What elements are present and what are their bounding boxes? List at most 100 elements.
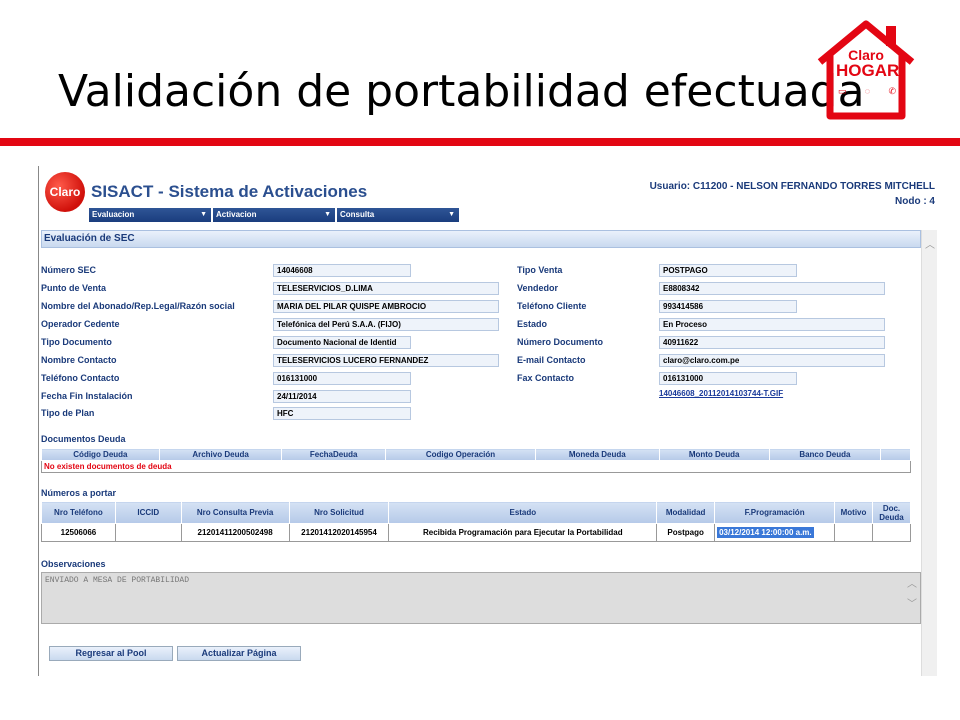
menu-activacion[interactable]: Activacion ▼	[213, 208, 335, 222]
claro-hogar-logo: Claro HOGAR ▭ ◌ ✆	[812, 18, 920, 122]
chevron-down-icon: ▼	[324, 211, 331, 218]
deuda-title: Documentos Deuda	[41, 434, 126, 444]
chevron-down-icon: ▼	[448, 211, 455, 218]
cell-f-programacion[interactable]: 03/12/2014 12:00:00 a.m.	[714, 523, 836, 542]
col-consulta-previa[interactable]: Nro Consulta Previa	[180, 501, 290, 524]
col-fecha-deuda[interactable]: FechaDeuda	[281, 448, 386, 461]
observaciones-textarea[interactable]: ENVIADO A MESA DE PORTABILIDAD ︿ ﹀	[41, 572, 921, 624]
field-estado[interactable]: En Proceso	[659, 318, 885, 331]
label-fax-contacto: Fax Contacto	[517, 373, 575, 383]
section-title: Evaluación de SEC	[41, 230, 921, 248]
col-iccid[interactable]: ICCID	[114, 501, 182, 524]
regresar-pool-button[interactable]: Regresar al Pool	[49, 646, 173, 661]
field-numero-sec[interactable]: 14046608	[273, 264, 411, 277]
label-operador-cedente: Operador Cedente	[41, 319, 120, 329]
field-vendedor[interactable]: E8808342	[659, 282, 885, 295]
tv-icon: ▭	[838, 86, 847, 96]
label-email-contacto: E-mail Contacto	[517, 355, 586, 365]
brand-line2: HOGAR	[836, 61, 900, 80]
label-numero-documento: Número Documento	[517, 337, 604, 347]
selected-date[interactable]: 03/12/2014 12:00:00 a.m.	[717, 527, 814, 538]
divider-line	[0, 138, 960, 146]
col-banco-deuda[interactable]: Banco Deuda	[768, 448, 882, 461]
cell-estado: Recibida Programación para Ejecutar la P…	[388, 523, 658, 542]
col-codigo-operacion[interactable]: Codigo Operación	[384, 448, 537, 461]
cell-doc-deuda	[871, 523, 912, 542]
menu-consulta[interactable]: Consulta ▼	[337, 208, 459, 222]
label-estado: Estado	[517, 319, 548, 329]
col-modalidad[interactable]: Modalidad	[656, 501, 716, 524]
field-tipo-venta[interactable]: POSTPAGO	[659, 264, 797, 277]
app-title: SISACT - Sistema de Activaciones	[91, 182, 368, 201]
cell-modalidad: Postpago	[656, 523, 716, 542]
col-moneda-deuda[interactable]: Moneda Deuda	[535, 448, 660, 461]
internet-icon: ◌	[864, 86, 871, 96]
user-info: Usuario: C11200 - NELSON FERNANDO TORRES…	[650, 179, 935, 209]
service-icons: ▭ ◌ ✆	[838, 86, 896, 108]
label-nombre-abonado: Nombre del Abonado/Rep.Legal/Razón socia…	[41, 301, 235, 311]
field-telefono-cliente[interactable]: 993414586	[659, 300, 797, 313]
field-telefono-contacto[interactable]: 016131000	[273, 372, 411, 385]
attachment-link[interactable]: 14046608_20112014103744-T.GIF	[659, 389, 783, 398]
label-telefono-contacto: Teléfono Contacto	[41, 373, 120, 383]
menu-bar: Evaluacion ▼ Activacion ▼ Consulta ▼	[89, 208, 459, 222]
menu-evaluacion[interactable]: Evaluacion ▼	[89, 208, 211, 222]
label-tipo-venta: Tipo Venta	[517, 265, 563, 275]
cell-nro-solicitud: 21201412020145954	[288, 523, 390, 542]
deuda-table: Código Deuda Archivo Deuda FechaDeuda Co…	[41, 448, 911, 473]
col-estado[interactable]: Estado	[388, 501, 658, 524]
cell-iccid	[114, 523, 182, 542]
field-email-contacto[interactable]: claro@claro.com.pe	[659, 354, 885, 367]
col-monto-deuda[interactable]: Monto Deuda	[658, 448, 770, 461]
label-telefono-cliente: Teléfono Cliente	[517, 301, 587, 311]
node-line: Nodo : 4	[895, 196, 935, 207]
observaciones-text: ENVIADO A MESA DE PORTABILIDAD	[45, 576, 190, 585]
table-row[interactable]: 12506066 21201411200502498 2120141202014…	[41, 523, 912, 542]
label-fecha-fin: Fecha Fin Instalación	[41, 391, 133, 401]
app-screenshot: Claro SISACT - Sistema de Activaciones U…	[38, 166, 938, 676]
cell-motivo	[834, 523, 873, 542]
phone-icon: ✆	[888, 86, 896, 96]
label-tipo-plan: Tipo de Plan	[41, 408, 95, 418]
chevron-down-icon: ▼	[200, 211, 207, 218]
label-tipo-documento: Tipo Documento	[41, 337, 112, 347]
field-numero-documento[interactable]: 40911622	[659, 336, 885, 349]
field-fecha-fin[interactable]: 24/11/2014	[273, 390, 411, 403]
textarea-scrollbar[interactable]: ︿ ﹀	[906, 576, 918, 620]
field-nombre-abonado[interactable]: MARIA DEL PILAR QUISPE AMBROCIO	[273, 300, 499, 313]
col-f-programacion[interactable]: F.Programación	[714, 501, 836, 524]
field-nombre-contacto[interactable]: TELESERVICIOS LUCERO FERNANDEZ	[273, 354, 499, 367]
brand-line1: Claro	[848, 47, 884, 63]
scroll-up-icon[interactable]: ︿	[906, 576, 918, 596]
field-tipo-documento[interactable]: Documento Nacional de Identid	[273, 336, 411, 349]
cell-consulta-previa: 21201411200502498	[180, 523, 290, 542]
numeros-title: Números a portar	[41, 488, 117, 498]
claro-logo: Claro	[45, 172, 85, 212]
field-operador-cedente[interactable]: Telefónica del Perú S.A.A. (FIJO)	[273, 318, 499, 331]
page-scrollbar[interactable]: ︿	[921, 230, 937, 676]
app-header: Claro SISACT - Sistema de Activaciones U…	[39, 166, 938, 222]
col-spacer	[880, 448, 911, 461]
cell-nro-telefono: 12506066	[41, 523, 116, 542]
numeros-table: Nro Teléfono ICCID Nro Consulta Previa N…	[41, 501, 912, 542]
field-punto-venta[interactable]: TELESERVICIOS_D.LIMA	[273, 282, 499, 295]
col-codigo-deuda[interactable]: Código Deuda	[41, 448, 160, 461]
label-numero-sec: Número SEC	[41, 265, 97, 275]
deuda-empty-message: No existen documentos de deuda	[41, 460, 911, 473]
col-motivo[interactable]: Motivo	[834, 501, 873, 524]
observaciones-title: Observaciones	[41, 559, 106, 569]
col-doc-deuda[interactable]: Doc. Deuda	[871, 501, 912, 524]
actualizar-pagina-button[interactable]: Actualizar Página	[177, 646, 301, 661]
col-nro-telefono[interactable]: Nro Teléfono	[41, 501, 116, 524]
col-nro-solicitud[interactable]: Nro Solicitud	[288, 501, 390, 524]
scroll-down-icon[interactable]: ﹀	[906, 596, 918, 616]
col-archivo-deuda[interactable]: Archivo Deuda	[158, 448, 283, 461]
scroll-up-icon[interactable]: ︿	[925, 236, 935, 251]
label-punto-venta: Punto de Venta	[41, 283, 107, 293]
field-tipo-plan[interactable]: HFC	[273, 407, 411, 420]
slide-title: Validación de portabilidad efectuada	[58, 66, 865, 117]
label-nombre-contacto: Nombre Contacto	[41, 355, 117, 365]
user-line: Usuario: C11200 - NELSON FERNANDO TORRES…	[649, 181, 935, 192]
label-vendedor: Vendedor	[517, 283, 559, 293]
field-fax-contacto[interactable]: 016131000	[659, 372, 797, 385]
